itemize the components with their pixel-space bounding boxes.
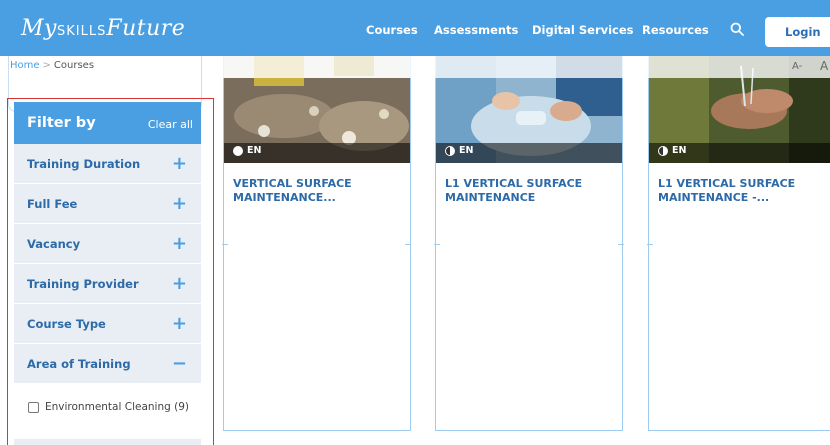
area-of-training-options: Environmental Cleaning (9) xyxy=(14,384,201,439)
language-label: EN xyxy=(247,145,262,156)
filter-label: Area of Training xyxy=(27,357,131,371)
breadcrumb-separator: > xyxy=(42,60,51,71)
search-icon[interactable] xyxy=(730,22,744,36)
course-title[interactable]: L1 VERTICAL SURFACE MAINTENANCE xyxy=(445,177,617,205)
plus-icon[interactable]: + xyxy=(172,313,187,334)
course-card[interactable]: EN L1 VERTICAL SURFACE MAINTENANCE xyxy=(435,56,623,431)
filter-header: Filter by Clear all xyxy=(14,102,201,144)
filter-area-of-training[interactable]: Area of Training − xyxy=(14,344,201,384)
filter-panel: Filter by Clear all Training Duration + … xyxy=(14,102,201,445)
nav-assessments[interactable]: Assessments xyxy=(434,23,518,37)
card-divider-tick xyxy=(405,244,411,245)
language-label: EN xyxy=(459,145,474,156)
font-decrease-button[interactable]: A- xyxy=(792,61,802,72)
filter-title: Filter by xyxy=(27,115,96,131)
filter-label: Training Provider xyxy=(27,277,139,291)
breadcrumb-home[interactable]: Home xyxy=(10,60,40,71)
filter-label: Vacancy xyxy=(27,237,81,251)
nav-digital-services[interactable]: Digital Services xyxy=(532,23,634,37)
course-card[interactable]: EN VERTICAL SURFACE MAINTENANCE... xyxy=(223,56,411,431)
filter-full-fee[interactable]: Full Fee + xyxy=(14,184,201,224)
language-tag: EN xyxy=(233,145,261,156)
plus-icon[interactable]: + xyxy=(172,273,187,294)
myskillsfuture-logo[interactable]: MySKILLSFuture xyxy=(21,16,185,41)
card-divider-tick xyxy=(618,244,624,245)
environmental-cleaning-checkbox[interactable] xyxy=(28,402,39,413)
font-increase-button[interactable]: A xyxy=(820,59,828,73)
filter-label: Full Fee xyxy=(27,197,78,211)
filter-vacancy[interactable]: Vacancy + xyxy=(14,224,201,264)
nav-courses[interactable]: Courses xyxy=(366,23,418,37)
plus-icon[interactable]: + xyxy=(172,233,187,254)
top-navigation: MySKILLSFuture Courses Assessments Digit… xyxy=(0,0,830,56)
card-divider-tick xyxy=(222,244,228,245)
half-circle-icon xyxy=(445,145,455,156)
checkbox-label[interactable]: Environmental Cleaning (9) xyxy=(45,401,189,413)
nav-resources[interactable]: Resources xyxy=(642,23,709,37)
course-card[interactable]: EN L1 VERTICAL SURFACE MAINTENANCE -... xyxy=(648,56,830,431)
course-title[interactable]: L1 VERTICAL SURFACE MAINTENANCE -... xyxy=(658,177,830,205)
language-label: EN xyxy=(672,145,687,156)
plus-icon[interactable]: + xyxy=(172,193,187,214)
card-divider-tick xyxy=(647,244,653,245)
language-tag: EN xyxy=(445,145,473,156)
breadcrumb-current: Courses xyxy=(53,60,95,71)
filter-label: Course Type xyxy=(27,317,106,331)
language-tag: EN xyxy=(658,145,686,156)
full-circle-icon xyxy=(233,145,243,156)
course-title[interactable]: VERTICAL SURFACE MAINTENANCE... xyxy=(233,177,405,205)
filter-training-duration[interactable]: Training Duration + xyxy=(14,144,201,184)
logo-text-my: My xyxy=(21,16,57,41)
login-button[interactable]: Login xyxy=(765,17,830,47)
minus-icon[interactable]: − xyxy=(172,353,187,374)
breadcrumb: Home > Courses xyxy=(10,60,94,71)
plus-icon[interactable]: + xyxy=(172,153,187,174)
filter-label: Training Duration xyxy=(27,157,141,171)
filter-footer xyxy=(14,439,201,445)
clear-all-button[interactable]: Clear all xyxy=(148,118,193,131)
card-divider-tick xyxy=(434,244,440,245)
logo-text-skills: SKILLS xyxy=(56,24,107,39)
half-circle-icon xyxy=(658,145,668,156)
logo-text-future: Future xyxy=(106,16,186,41)
filter-course-type[interactable]: Course Type + xyxy=(14,304,201,344)
filter-training-provider[interactable]: Training Provider + xyxy=(14,264,201,304)
